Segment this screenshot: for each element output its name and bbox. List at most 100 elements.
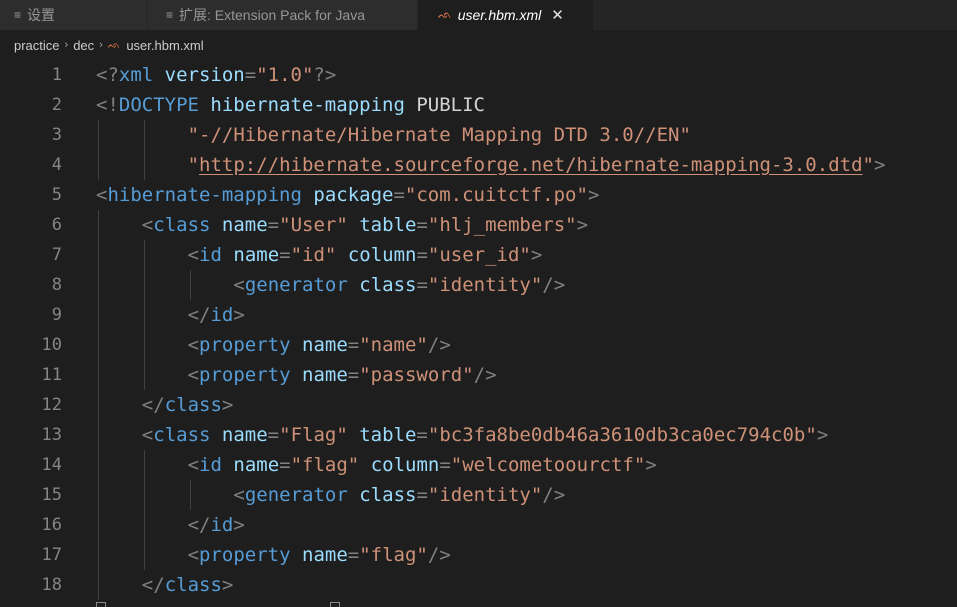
code-token: "hlj_members" bbox=[427, 214, 577, 236]
code-token: " bbox=[862, 154, 874, 176]
code-line[interactable]: 18 </class> bbox=[0, 570, 957, 600]
breadcrumb-item-dec[interactable]: dec bbox=[73, 38, 94, 53]
code-line[interactable]: 17 <property name="flag"/> bbox=[0, 540, 957, 570]
indent-guide bbox=[98, 300, 99, 330]
tab-label: 设置 bbox=[27, 7, 56, 23]
indent-guide bbox=[143, 450, 145, 480]
code-token: name bbox=[302, 544, 348, 566]
code-token: " bbox=[187, 154, 200, 176]
tab-label: 扩展: Extension Pack for Java bbox=[179, 7, 365, 23]
code-line[interactable]: 4 "http://hibernate.sourceforge.net/hiber… bbox=[0, 150, 957, 180]
code-line[interactable]: 16 </id> bbox=[0, 510, 957, 540]
indent-guide bbox=[98, 390, 99, 420]
code-token: > bbox=[873, 154, 886, 176]
code-token: /> bbox=[427, 334, 451, 356]
line-number: 12 bbox=[41, 395, 62, 415]
code-token: = bbox=[416, 214, 428, 236]
code-token: <! bbox=[96, 94, 119, 116]
code-line[interactable]: 11 <property name="password"/> bbox=[0, 360, 957, 390]
code-line[interactable]: 9 </id> bbox=[0, 300, 957, 330]
line-number: 1 bbox=[51, 65, 62, 85]
code-token: "flag" bbox=[359, 544, 428, 566]
code-line[interactable]: 14 <id name="flag" column="welcometoourct… bbox=[0, 450, 957, 480]
code-token: hibernate-mapping bbox=[210, 94, 405, 116]
tab-user-hbm-xml[interactable]: ⁠ᨒ user.hbm.xml ✕ bbox=[418, 0, 594, 30]
code-line[interactable]: 8 <generator class="identity"/> bbox=[0, 270, 957, 300]
code-line[interactable]: 15 <generator class="identity"/> bbox=[0, 480, 957, 510]
code-token: "user_id" bbox=[427, 244, 531, 266]
indent-guide bbox=[98, 570, 99, 600]
code-line[interactable]: 2 <!DOCTYPE hibernate-mapping PUBLIC bbox=[0, 90, 957, 120]
code-line[interactable]: 10 <property name="name"/> bbox=[0, 330, 957, 360]
code-token: = bbox=[416, 484, 428, 506]
close-icon[interactable]: ✕ bbox=[551, 6, 564, 24]
code-line[interactable]: 6 <class name="User" table="hlj_members"> bbox=[0, 210, 957, 240]
code-line[interactable]: 13 <class name="Flag" table="bc3fa8be0db4… bbox=[0, 420, 957, 450]
code-token: < bbox=[141, 424, 154, 446]
settings-list-icon: ≡ bbox=[14, 8, 22, 22]
code-token: id bbox=[210, 304, 234, 326]
code-line[interactable]: 1 <?xml version="1.0"?> bbox=[0, 60, 957, 90]
code-token: package bbox=[313, 184, 394, 206]
line-number: 17 bbox=[41, 545, 62, 565]
code-editor[interactable]: 1 <?xml version="1.0"?> 2 <!DOCTYPE hiberna… bbox=[0, 60, 957, 607]
code-token: version bbox=[164, 64, 245, 86]
line-number: 2 bbox=[51, 95, 62, 115]
tab-settings[interactable]: ≡ 设置 bbox=[0, 0, 148, 30]
code-line[interactable]: 5 <hibernate-mapping package="com.cuitctf… bbox=[0, 180, 957, 210]
code-token: > bbox=[233, 514, 245, 536]
line-number: 4 bbox=[51, 155, 62, 175]
code-token: < bbox=[233, 484, 245, 506]
code-token: property bbox=[199, 544, 291, 566]
code-token: /> bbox=[542, 274, 566, 296]
horizontal-scroll-marker bbox=[96, 602, 106, 607]
code-token: name bbox=[221, 214, 268, 236]
code-token: = bbox=[267, 424, 280, 446]
indent-guide bbox=[143, 240, 145, 270]
tab-bar: ≡ 设置 ≡ 扩展: Extension Pack for Java ⁠ᨒ us… bbox=[0, 0, 957, 30]
code-token: "password" bbox=[359, 364, 474, 386]
code-token: "welcometoourctf" bbox=[450, 454, 646, 476]
code-line[interactable]: 12 </class> bbox=[0, 390, 957, 420]
code-token: generator bbox=[244, 274, 348, 296]
code-token: > bbox=[530, 244, 543, 266]
tab-label: user.hbm.xml bbox=[457, 7, 542, 23]
code-token: ?> bbox=[313, 64, 337, 86]
chevron-right-icon: › bbox=[64, 39, 69, 51]
code-token: = bbox=[347, 544, 360, 566]
line-number: 9 bbox=[51, 305, 62, 325]
code-token: table bbox=[359, 214, 417, 236]
code-token: class bbox=[153, 214, 211, 236]
indent-guide bbox=[143, 480, 145, 510]
breadcrumb-item-file[interactable]: user.hbm.xml bbox=[126, 38, 203, 53]
code-token: class bbox=[153, 424, 211, 446]
code-token: </ bbox=[141, 574, 165, 596]
code-token: class bbox=[359, 274, 417, 296]
indent-guide bbox=[143, 330, 145, 360]
xml-file-icon: ᨒ bbox=[107, 39, 121, 51]
indent-guide bbox=[143, 120, 145, 150]
code-token: = bbox=[244, 64, 257, 86]
code-token: "name" bbox=[359, 334, 428, 356]
code-token: = bbox=[279, 244, 291, 266]
code-token: "identity" bbox=[427, 484, 543, 506]
indent-guide bbox=[98, 540, 99, 570]
code-token: name bbox=[233, 454, 280, 476]
indent-guide bbox=[98, 420, 99, 450]
tab-extension-pack[interactable]: ≡ 扩展: Extension Pack for Java bbox=[148, 0, 418, 30]
code-line[interactable]: 3 "-//Hibernate/Hibernate Mapping DTD 3.0… bbox=[0, 120, 957, 150]
code-token[interactable]: http://hibernate.sourceforge.net/hiberna… bbox=[199, 154, 862, 176]
indent-guide bbox=[98, 270, 99, 300]
code-line[interactable]: 7 <id name="id" column="user_id"> bbox=[0, 240, 957, 270]
code-token: = bbox=[439, 454, 451, 476]
breadcrumb-item-practice[interactable]: practice bbox=[14, 38, 60, 53]
indent-guide bbox=[98, 210, 99, 240]
